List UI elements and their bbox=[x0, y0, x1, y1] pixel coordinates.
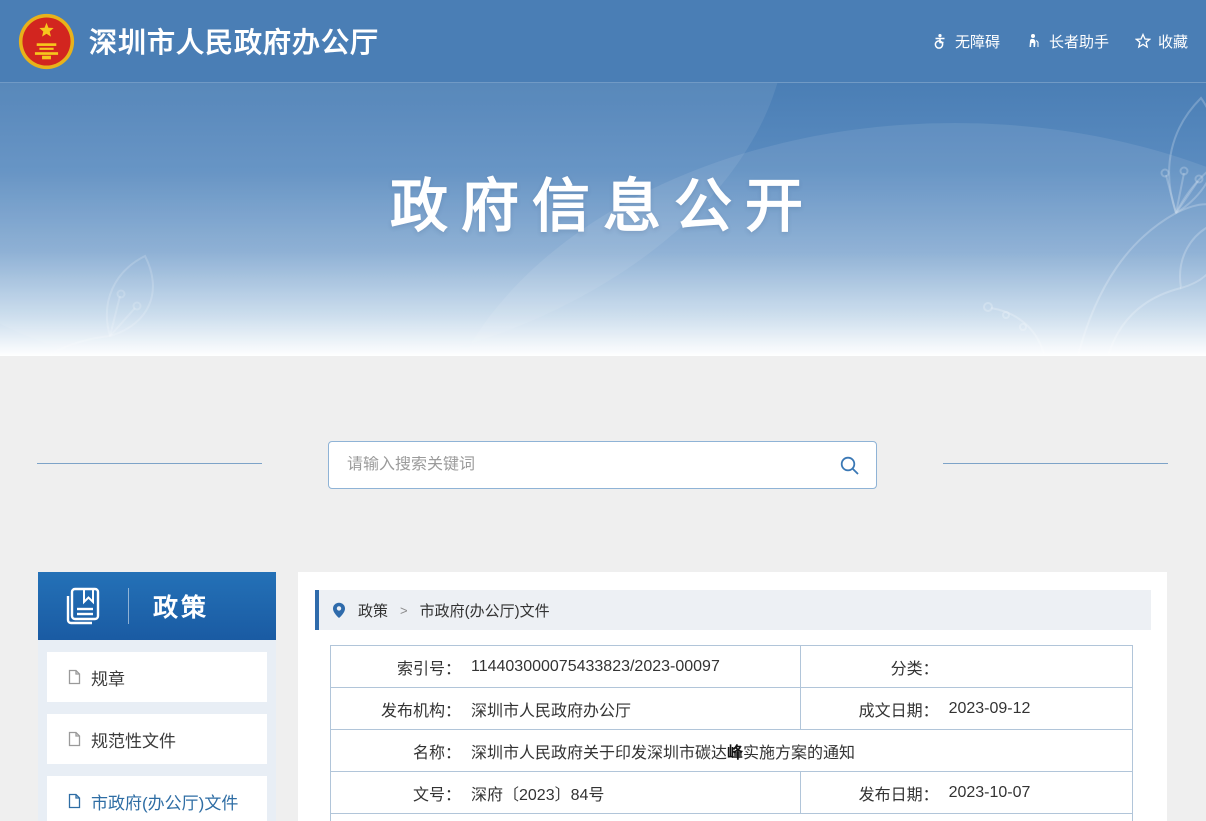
doc-number-cell: 文号： 深府〔2023〕84号 bbox=[331, 772, 800, 813]
table-row-name: 名称： 深圳市人民政府关于印发深圳市碳达峰实施方案的通知 bbox=[331, 730, 1132, 772]
document-icon bbox=[67, 731, 82, 747]
table-row-partial bbox=[331, 814, 1132, 821]
name-label: 名称： bbox=[331, 739, 461, 763]
topbar-links: 无障碍 长者助手 收藏 bbox=[932, 31, 1188, 52]
table-row-index-category: 索引号： 114403000075433823/2023-00097 分类： bbox=[331, 646, 1132, 688]
favorite-label: 收藏 bbox=[1158, 31, 1188, 52]
name-prefix: 深圳市人民政府关于印发深圳市碳达 bbox=[471, 745, 727, 762]
decorative-line-right bbox=[943, 463, 1168, 464]
name-suffix: 实施方案的通知 bbox=[743, 745, 855, 762]
breadcrumb: 政策 > 市政府(办公厅)文件 bbox=[315, 590, 1151, 630]
written-date-label: 成文日期： bbox=[801, 697, 939, 721]
index-cell: 索引号： 114403000075433823/2023-00097 bbox=[331, 646, 800, 687]
doc-number-label: 文号： bbox=[331, 781, 461, 805]
elderly-assist-icon bbox=[1026, 33, 1042, 49]
content-area: 政策 规章 规范性文件 bbox=[0, 356, 1206, 821]
sidebar-policy-nav: 政策 规章 规范性文件 bbox=[38, 572, 276, 821]
sidebar-header: 政策 bbox=[38, 572, 276, 640]
search-box bbox=[328, 441, 877, 489]
agency-cell: 发布机构： 深圳市人民政府办公厅 bbox=[331, 688, 800, 729]
document-icon bbox=[67, 669, 82, 685]
star-icon bbox=[1135, 33, 1151, 49]
table-row-docno-publishdate: 文号： 深府〔2023〕84号 发布日期： 2023-10-07 bbox=[331, 772, 1132, 814]
elderly-assist-link[interactable]: 长者助手 bbox=[1026, 31, 1109, 52]
breadcrumb-separator: > bbox=[400, 603, 408, 618]
name-cell: 名称： 深圳市人民政府关于印发深圳市碳达峰实施方案的通知 bbox=[331, 730, 1132, 771]
document-icon bbox=[67, 793, 82, 809]
location-pin-icon bbox=[332, 602, 346, 619]
document-meta-table: 索引号： 114403000075433823/2023-00097 分类： 发… bbox=[330, 645, 1133, 821]
search-button[interactable] bbox=[839, 455, 876, 476]
category-cell: 分类： bbox=[800, 646, 1132, 687]
decorative-line-left bbox=[37, 463, 262, 464]
accessibility-icon bbox=[932, 33, 948, 49]
top-header-bar: 深圳市人民政府办公厅 无障碍 长者助手 bbox=[0, 0, 1206, 83]
sidebar-item-normative-documents[interactable]: 规范性文件 bbox=[47, 714, 267, 764]
page: 深圳市人民政府办公厅 无障碍 长者助手 bbox=[0, 0, 1206, 821]
search-icon bbox=[839, 455, 860, 476]
index-label: 索引号： bbox=[331, 655, 461, 679]
sidebar-header-label: 政策 bbox=[153, 588, 209, 624]
name-highlight: 峰 bbox=[727, 745, 743, 762]
breadcrumb-item-policy[interactable]: 政策 bbox=[358, 600, 388, 621]
breadcrumb-item-municipal-documents[interactable]: 市政府(办公厅)文件 bbox=[420, 600, 550, 621]
doc-number-value: 深府〔2023〕84号 bbox=[471, 781, 604, 805]
document-name: 深圳市人民政府关于印发深圳市碳达峰实施方案的通知 bbox=[471, 739, 855, 763]
favorite-link[interactable]: 收藏 bbox=[1135, 31, 1188, 52]
sidebar-item-municipal-documents[interactable]: 市政府(办公厅)文件 bbox=[47, 776, 267, 821]
publish-date-value: 2023-10-07 bbox=[949, 784, 1031, 802]
sidebar-item-label: 市政府(办公厅)文件 bbox=[91, 789, 238, 814]
publish-date-label: 发布日期： bbox=[801, 781, 939, 805]
site-logo-link[interactable]: 深圳市人民政府办公厅 bbox=[18, 13, 379, 70]
national-emblem-icon bbox=[18, 13, 75, 70]
table-row-agency-date: 发布机构： 深圳市人民政府办公厅 成文日期： 2023-09-12 bbox=[331, 688, 1132, 730]
sidebar-items: 规章 规范性文件 市政府(办公厅)文件 bbox=[38, 640, 276, 821]
sidebar-item-regulations[interactable]: 规章 bbox=[47, 652, 267, 702]
agency-label: 发布机构： bbox=[331, 697, 461, 721]
accessibility-label: 无障碍 bbox=[955, 31, 1000, 52]
category-label: 分类： bbox=[801, 655, 939, 679]
elderly-assist-label: 长者助手 bbox=[1049, 31, 1109, 52]
sidebar-item-label: 规范性文件 bbox=[91, 727, 176, 752]
sidebar-header-divider bbox=[128, 588, 129, 624]
index-value: 114403000075433823/2023-00097 bbox=[471, 658, 720, 676]
page-title: 政府信息公开 bbox=[0, 83, 1206, 243]
policy-book-icon bbox=[60, 584, 104, 628]
written-date-value: 2023-09-12 bbox=[949, 700, 1031, 718]
accessibility-link[interactable]: 无障碍 bbox=[932, 31, 1000, 52]
written-date-cell: 成文日期： 2023-09-12 bbox=[800, 688, 1132, 729]
search-input[interactable] bbox=[329, 456, 839, 474]
main-content-card: 政策 > 市政府(办公厅)文件 索引号： 114403000075433823/… bbox=[298, 572, 1167, 821]
banner-flower-decoration bbox=[0, 226, 200, 356]
sidebar-item-label: 规章 bbox=[91, 665, 125, 690]
banner: 政府信息公开 bbox=[0, 83, 1206, 356]
publish-date-cell: 发布日期： 2023-10-07 bbox=[800, 772, 1132, 813]
agency-value: 深圳市人民政府办公厅 bbox=[471, 697, 631, 721]
site-title: 深圳市人民政府办公厅 bbox=[89, 21, 379, 61]
